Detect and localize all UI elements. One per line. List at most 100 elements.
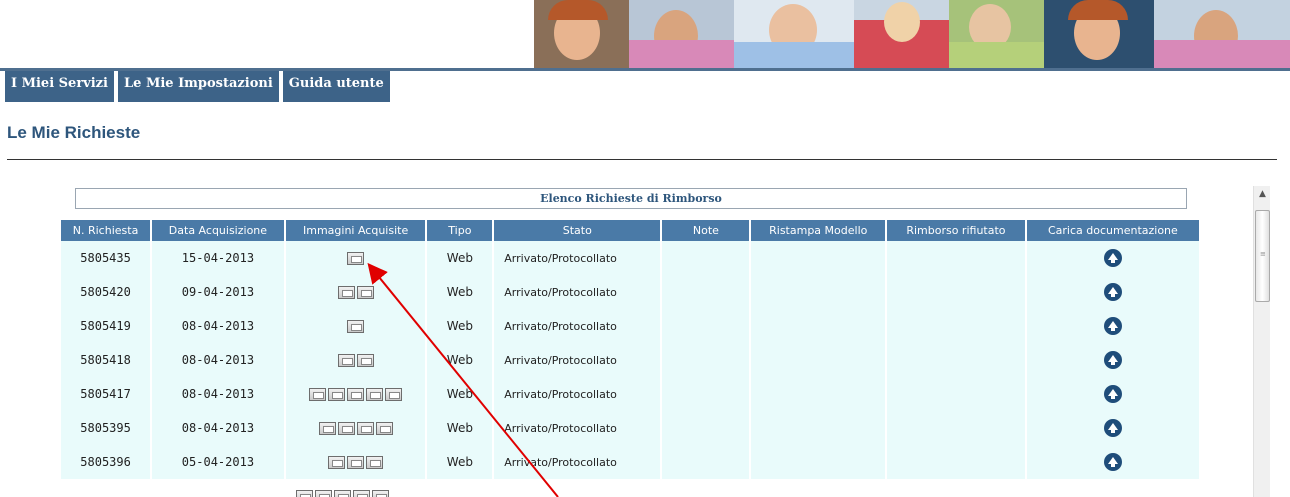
partial-row-images xyxy=(295,486,390,497)
col-header-rifiutato: Rimborso rifiutato xyxy=(887,220,1025,241)
scanned-image-icon[interactable] xyxy=(337,422,355,435)
scanned-image-icon[interactable] xyxy=(356,286,374,299)
cell-immagini xyxy=(285,445,426,479)
cell-rifiutato xyxy=(887,445,1025,479)
scanned-image-icon[interactable] xyxy=(353,490,370,497)
scanned-image-icon[interactable] xyxy=(318,422,336,435)
cell-numero: 5805435 xyxy=(61,241,151,275)
table-row: 5805417 08-04-2013 Web Arrivato/Protocollat… xyxy=(61,377,1199,411)
upload-arrow-icon[interactable] xyxy=(1103,249,1122,267)
requests-table: N. Richiesta Data Acquisizione Immagini … xyxy=(59,220,1201,479)
scanned-image-icon[interactable] xyxy=(315,490,332,497)
upload-arrow-icon[interactable] xyxy=(1103,453,1122,471)
col-header-stato: Stato xyxy=(494,220,661,241)
tab-le-mie-impostazioni[interactable]: Le Mie Impostazioni xyxy=(118,71,279,102)
cell-carica xyxy=(1026,309,1199,343)
cell-ristampa xyxy=(751,343,886,377)
scanned-image-icon[interactable] xyxy=(328,456,346,469)
cell-immagini xyxy=(285,309,426,343)
upload-arrow-icon[interactable] xyxy=(1103,283,1122,301)
table-header-row: N. Richiesta Data Acquisizione Immagini … xyxy=(61,220,1199,241)
cell-note xyxy=(662,343,750,377)
scanned-image-icon[interactable] xyxy=(356,354,374,367)
cell-carica xyxy=(1026,411,1199,445)
page-title: Le Mie Richieste xyxy=(7,123,141,142)
cell-immagini xyxy=(285,411,426,445)
scanned-image-icon[interactable] xyxy=(375,422,393,435)
cell-numero: 5805419 xyxy=(61,309,151,343)
upload-arrow-icon[interactable] xyxy=(1103,317,1122,335)
cell-numero: 5805396 xyxy=(61,445,151,479)
cell-stato: Arrivato/Protocollato xyxy=(494,377,661,411)
cell-carica xyxy=(1026,377,1199,411)
scanned-image-icon[interactable] xyxy=(309,388,327,401)
cell-stato: Arrivato/Protocollato xyxy=(494,275,661,309)
cell-immagini xyxy=(285,275,426,309)
scanned-image-icon[interactable] xyxy=(372,490,389,497)
cell-ristampa xyxy=(751,241,886,275)
table-row: 5805435 15-04-2013 Web Arrivato/Protocollat… xyxy=(61,241,1199,275)
scanned-image-icon[interactable] xyxy=(366,456,384,469)
cell-tipo: Web xyxy=(427,343,493,377)
cell-stato: Arrivato/Protocollato xyxy=(494,411,661,445)
cell-carica xyxy=(1026,241,1199,275)
cell-ristampa xyxy=(751,445,886,479)
grip-icon: ≡ xyxy=(1260,250,1266,258)
scanned-image-icon[interactable] xyxy=(337,286,355,299)
cell-ristampa xyxy=(751,275,886,309)
cell-data: 08-04-2013 xyxy=(152,309,284,343)
tab-guida-utente[interactable]: Guida utente xyxy=(282,71,390,102)
scroll-up-arrow-icon[interactable]: ▲ xyxy=(1254,186,1271,203)
scanned-image-icon[interactable] xyxy=(328,388,346,401)
table-row: 5805420 09-04-2013 Web Arrivato/Protocollat… xyxy=(61,275,1199,309)
scanned-image-icon[interactable] xyxy=(347,252,365,265)
cell-rifiutato xyxy=(887,343,1025,377)
header-banner-image xyxy=(534,0,1290,68)
cell-stato: Arrivato/Protocollato xyxy=(494,309,661,343)
cell-tipo: Web xyxy=(427,411,493,445)
scanned-image-icon[interactable] xyxy=(347,388,365,401)
table-caption-text: Elenco Richieste di Rimborso xyxy=(540,192,722,205)
cell-ristampa xyxy=(751,309,886,343)
scanned-image-icon[interactable] xyxy=(347,456,365,469)
col-header-ristampa: Ristampa Modello xyxy=(751,220,886,241)
upload-arrow-icon[interactable] xyxy=(1103,385,1122,403)
scanned-image-icon[interactable] xyxy=(296,490,313,497)
cell-note xyxy=(662,275,750,309)
cell-carica xyxy=(1026,275,1199,309)
table-row: 5805395 08-04-2013 Web Arrivato/Protocollat… xyxy=(61,411,1199,445)
cell-immagini xyxy=(285,377,426,411)
cell-numero: 5805418 xyxy=(61,343,151,377)
vertical-scrollbar[interactable]: ▲ ≡ xyxy=(1253,186,1270,497)
upload-arrow-icon[interactable] xyxy=(1103,419,1122,437)
cell-ristampa xyxy=(751,411,886,445)
cell-carica xyxy=(1026,343,1199,377)
col-header-note: Note xyxy=(662,220,750,241)
scanned-image-icon[interactable] xyxy=(366,388,384,401)
table-row: 5805419 08-04-2013 Web Arrivato/Protocollat… xyxy=(61,309,1199,343)
table-row: 5805396 05-04-2013 Web Arrivato/Protocollat… xyxy=(61,445,1199,479)
tab-i-miei-servizi[interactable]: I Miei Servizi xyxy=(5,71,114,102)
cell-ristampa xyxy=(751,377,886,411)
scanned-image-icon[interactable] xyxy=(337,354,355,367)
table-row: 5805418 08-04-2013 Web Arrivato/Protocollat… xyxy=(61,343,1199,377)
scroll-thumb[interactable]: ≡ xyxy=(1255,210,1270,302)
cell-tipo: Web xyxy=(427,241,493,275)
scanned-image-icon[interactable] xyxy=(356,422,374,435)
upload-arrow-icon[interactable] xyxy=(1103,351,1122,369)
scanned-image-icon[interactable] xyxy=(334,490,351,497)
cell-immagini xyxy=(285,343,426,377)
cell-note xyxy=(662,377,750,411)
cell-numero: 5805417 xyxy=(61,377,151,411)
cell-numero: 5805420 xyxy=(61,275,151,309)
scanned-image-icon[interactable] xyxy=(347,320,365,333)
cell-data: 08-04-2013 xyxy=(152,343,284,377)
scanned-image-icon[interactable] xyxy=(385,388,403,401)
cell-rifiutato xyxy=(887,309,1025,343)
cell-note xyxy=(662,411,750,445)
cell-rifiutato xyxy=(887,241,1025,275)
cell-note xyxy=(662,445,750,479)
title-divider xyxy=(7,159,1277,160)
cell-tipo: Web xyxy=(427,445,493,479)
cell-stato: Arrivato/Protocollato xyxy=(494,445,661,479)
